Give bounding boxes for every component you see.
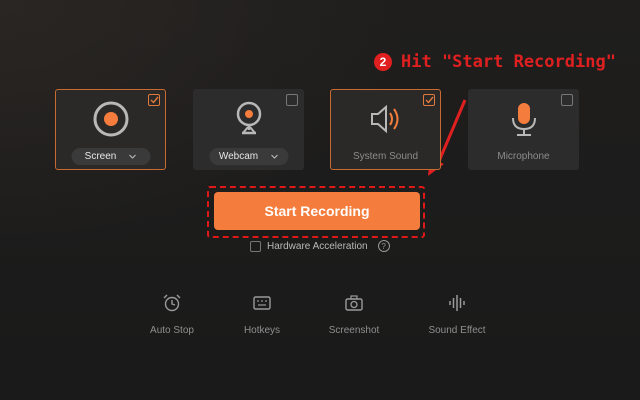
chevron-down-icon bbox=[128, 154, 136, 159]
alarm-clock-icon bbox=[163, 294, 181, 312]
checkmark-icon bbox=[150, 96, 159, 104]
webcam-dropdown-label: Webcam bbox=[218, 151, 259, 162]
hardware-acceleration-label: Hardware Acceleration bbox=[267, 240, 368, 252]
screenshot-button[interactable]: Screenshot bbox=[314, 293, 394, 336]
webcam-dropdown[interactable]: Webcam bbox=[209, 148, 288, 165]
webcam-card[interactable]: Webcam bbox=[193, 89, 304, 170]
hotkeys-label: Hotkeys bbox=[243, 325, 281, 336]
screen-checkbox[interactable] bbox=[148, 94, 160, 106]
hardware-acceleration-option[interactable]: Hardware Acceleration ? bbox=[250, 240, 390, 252]
webcam-checkbox[interactable] bbox=[286, 94, 298, 106]
system-sound-label: System Sound bbox=[352, 151, 419, 162]
sound-effect-label: Sound Effect bbox=[428, 325, 486, 336]
microphone-label: Microphone bbox=[497, 151, 550, 162]
webcam-icon bbox=[236, 101, 261, 135]
auto-stop-label: Auto Stop bbox=[150, 325, 194, 336]
help-icon[interactable]: ? bbox=[377, 240, 390, 252]
system-sound-card[interactable]: System Sound bbox=[330, 89, 441, 170]
speaker-icon bbox=[370, 104, 398, 134]
hardware-acceleration-checkbox[interactable] bbox=[250, 240, 261, 252]
sound-wave-icon bbox=[449, 295, 465, 311]
hotkeys-button[interactable]: Hotkeys bbox=[222, 293, 302, 336]
tutorial-annotation: 2 Hit "Start Recording" bbox=[374, 52, 616, 72]
microphone-checkbox[interactable] bbox=[561, 94, 573, 106]
auto-stop-button[interactable]: Auto Stop bbox=[132, 293, 212, 336]
annotation-text: Hit "Start Recording" bbox=[401, 52, 616, 72]
screenshot-label: Screenshot bbox=[328, 325, 380, 336]
system-sound-checkbox[interactable] bbox=[423, 94, 435, 106]
chevron-down-icon bbox=[270, 154, 278, 159]
microphone-icon bbox=[511, 103, 536, 136]
camera-icon bbox=[345, 295, 363, 311]
screen-record-icon bbox=[93, 101, 128, 137]
checkmark-icon bbox=[425, 96, 434, 104]
start-recording-button[interactable]: Start Recording bbox=[214, 192, 420, 230]
screen-card[interactable]: Screen bbox=[55, 89, 166, 170]
sound-effect-button[interactable]: Sound Effect bbox=[417, 293, 497, 336]
screen-dropdown[interactable]: Screen bbox=[71, 148, 150, 165]
step-number-badge: 2 bbox=[374, 53, 392, 71]
screen-dropdown-label: Screen bbox=[84, 151, 117, 162]
microphone-card[interactable]: Microphone bbox=[468, 89, 579, 170]
keyboard-icon bbox=[253, 296, 271, 310]
